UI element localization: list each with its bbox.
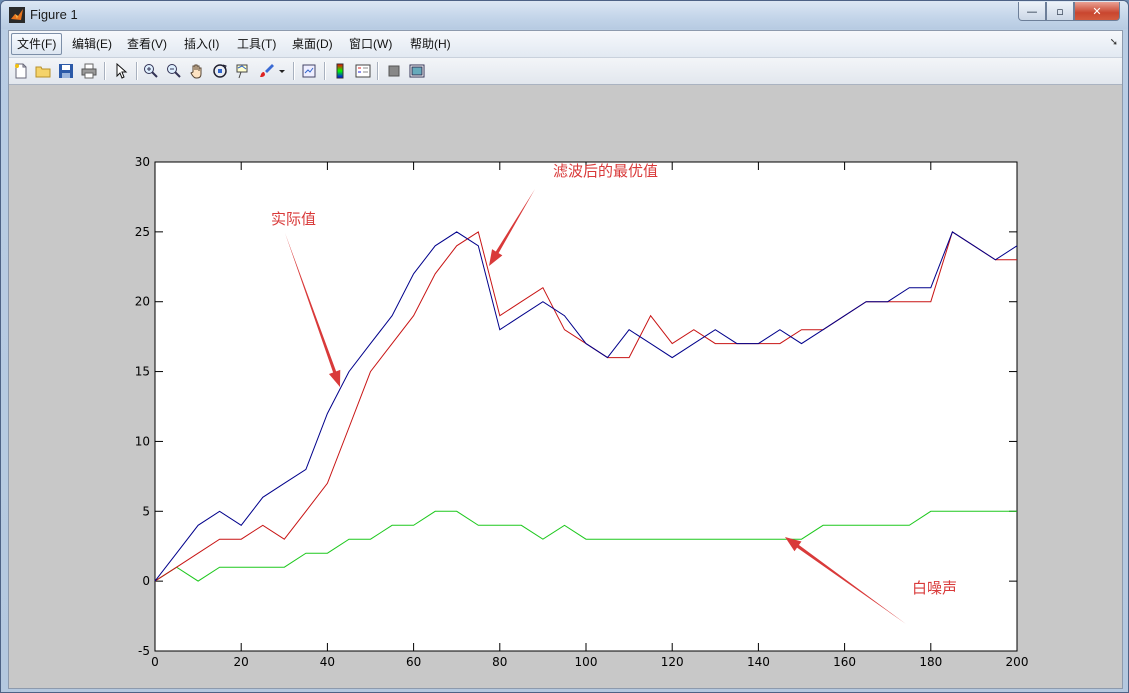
x-tick-label: 40 <box>320 655 335 669</box>
line-chart[interactable]: 0 20 40 60 80 100 120 140 160 180 200-505101520253… <box>9 85 1122 688</box>
x-tick-label: 140 <box>747 655 770 669</box>
y-tick-label: 5 <box>142 504 150 518</box>
x-tick-label: 120 <box>661 655 684 669</box>
figure-canvas: 0 20 40 60 80 100 120 140 160 180 200 -5 0 5 10 15 20 25 3… <box>9 85 1122 688</box>
x-tick-label: 80 <box>492 655 507 669</box>
x-tick-label: 200 <box>1006 655 1029 669</box>
window-controls: — ▫ ✕ <box>1018 2 1120 21</box>
y-tick-label: 0 <box>142 574 150 588</box>
toolbar-separator <box>104 62 106 80</box>
menu-view[interactable]: 查看(V) <box>122 34 172 54</box>
close-button[interactable]: ✕ <box>1074 2 1120 21</box>
figure-window: Figure 1 — ▫ ✕ 文件(F) 编辑(E) 查看(V) 插入(I) 工… <box>0 0 1129 693</box>
menu-insert[interactable]: 插入(I) <box>179 34 224 54</box>
minimize-button[interactable]: — <box>1018 2 1046 21</box>
dock-arrow-icon[interactable]: ➘ <box>1110 37 1118 48</box>
zoom-in-icon[interactable] <box>142 62 160 80</box>
save-icon[interactable] <box>57 62 75 80</box>
x-tick-label: 100 <box>575 655 598 669</box>
y-tick-label: 15 <box>135 365 150 379</box>
x-tick-label: 180 <box>919 655 942 669</box>
brush-icon[interactable] <box>258 62 276 80</box>
toolbar-separator <box>377 62 379 80</box>
axes-box <box>154 161 1018 652</box>
menu-tools[interactable]: 工具(T) <box>232 34 281 54</box>
colorbar-icon[interactable] <box>331 62 349 80</box>
legend-icon[interactable] <box>354 62 372 80</box>
data-cursor-icon[interactable] <box>234 62 252 80</box>
new-figure-icon[interactable] <box>12 62 30 80</box>
matlab-logo-icon <box>9 7 25 23</box>
annotation-filtered-label: 滤波后的最优值 <box>553 162 658 180</box>
rotate-3d-icon[interactable] <box>211 62 229 80</box>
toolbar-separator <box>324 62 326 80</box>
y-tick-label: 20 <box>135 295 150 309</box>
menu-edit[interactable]: 编辑(E) <box>67 34 117 54</box>
title-bar[interactable]: Figure 1 — ▫ ✕ <box>1 1 1128 29</box>
window-title: Figure 1 <box>30 7 78 22</box>
x-tick-label: 60 <box>406 655 421 669</box>
show-plot-tools-icon[interactable] <box>408 62 426 80</box>
link-plot-icon[interactable] <box>300 62 318 80</box>
print-icon[interactable] <box>80 62 98 80</box>
figure-client-area: 文件(F) 编辑(E) 查看(V) 插入(I) 工具(T) 桌面(D) 窗口(W… <box>8 30 1123 689</box>
menu-help[interactable]: 帮助(H) <box>405 34 456 54</box>
plot-area: 0 20 40 60 80 100 120 140 160 180 200-505101520253… <box>135 155 1029 669</box>
y-tick-label: 30 <box>135 155 150 169</box>
pan-hand-icon[interactable] <box>188 62 206 80</box>
y-tick-label: 25 <box>135 225 150 239</box>
figure-toolbar <box>9 58 1122 85</box>
x-tick-label: 20 <box>234 655 249 669</box>
menu-desktop[interactable]: 桌面(D) <box>287 34 338 54</box>
open-file-icon[interactable] <box>34 62 52 80</box>
zoom-out-icon[interactable] <box>165 62 183 80</box>
brush-dropdown-icon[interactable] <box>277 62 287 80</box>
pointer-icon[interactable] <box>112 62 130 80</box>
menu-window[interactable]: 窗口(W) <box>344 34 397 54</box>
y-tick-label: -5 <box>138 644 150 658</box>
maximize-button[interactable]: ▫ <box>1046 2 1074 21</box>
annotation-noise-label: 白噪声 <box>912 579 957 597</box>
y-tick-label: 10 <box>135 434 150 448</box>
x-tick-label: 0 <box>151 655 159 669</box>
annotation-actual-label: 实际值 <box>271 210 316 228</box>
toolbar-separator <box>293 62 295 80</box>
menu-file[interactable]: 文件(F) <box>11 33 63 55</box>
hide-plot-tools-icon[interactable] <box>385 62 403 80</box>
menu-bar: 文件(F) 编辑(E) 查看(V) 插入(I) 工具(T) 桌面(D) 窗口(W… <box>9 31 1122 58</box>
x-tick-label: 160 <box>833 655 856 669</box>
toolbar-separator <box>136 62 138 80</box>
